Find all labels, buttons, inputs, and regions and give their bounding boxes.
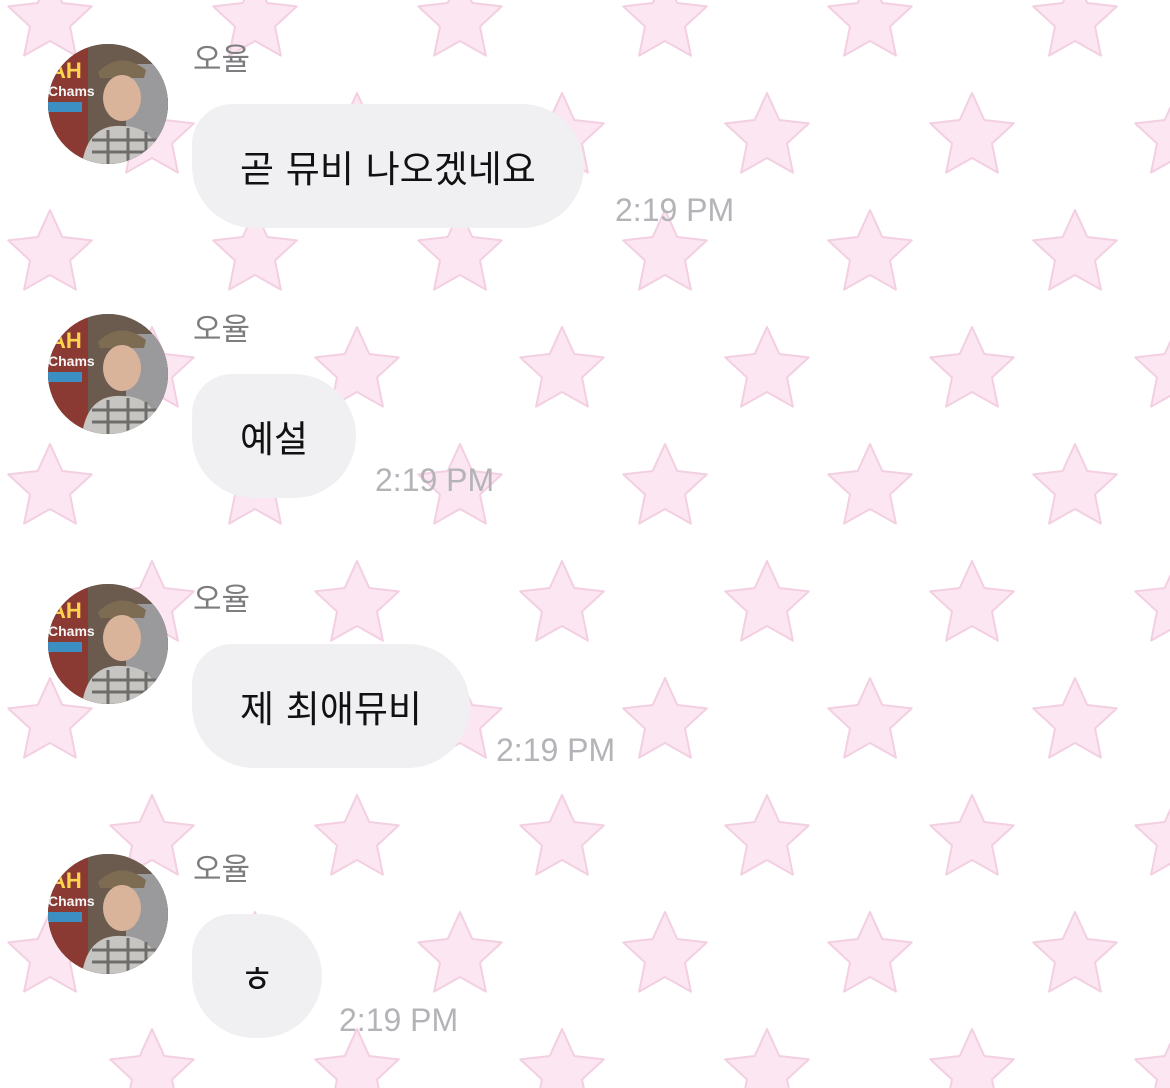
svg-text:AH: AH xyxy=(50,328,82,353)
sender-name: 오율 xyxy=(193,312,251,348)
message-bubble[interactable]: 제 최애뮤비 xyxy=(192,644,470,768)
svg-text:Chams: Chams xyxy=(48,353,95,369)
sender-name: 오율 xyxy=(193,852,251,888)
message-timestamp: 2:19 PM xyxy=(339,1002,459,1038)
message-row: AH Chams 오율 예설 2:19 PM xyxy=(0,312,1170,544)
message-bubble[interactable]: 예설 xyxy=(192,374,357,498)
message-row: AH Chams 오율 제 최애뮤비 2:19 PM xyxy=(0,582,1170,814)
message-bubble[interactable]: 곧 뮤비 나오겠네요 xyxy=(192,104,584,228)
svg-text:AH: AH xyxy=(50,58,82,83)
avatar[interactable]: AH Chams xyxy=(48,44,168,164)
svg-text:Chams: Chams xyxy=(48,623,95,639)
svg-text:AH: AH xyxy=(50,598,82,623)
sender-name: 오율 xyxy=(193,42,251,78)
message-bubble[interactable]: ㅎ xyxy=(192,914,323,1038)
avatar[interactable]: AH Chams xyxy=(48,314,168,434)
message-timestamp: 2:19 PM xyxy=(615,192,735,228)
message-row: AH Chams 오율 곧 뮤비 나오겠네요 2:19 PM xyxy=(0,42,1170,274)
avatar[interactable]: AH Chams xyxy=(48,584,168,704)
avatar[interactable]: AH Chams xyxy=(48,854,168,974)
message-row: AH Chams 오율 ㅎ 2:19 PM xyxy=(0,852,1170,1084)
svg-text:Chams: Chams xyxy=(48,83,95,99)
sender-name: 오율 xyxy=(193,582,251,618)
message-timestamp: 2:19 PM xyxy=(375,462,495,498)
svg-text:AH: AH xyxy=(50,868,82,893)
message-timestamp: 2:19 PM xyxy=(496,732,616,768)
svg-text:Chams: Chams xyxy=(48,893,95,909)
